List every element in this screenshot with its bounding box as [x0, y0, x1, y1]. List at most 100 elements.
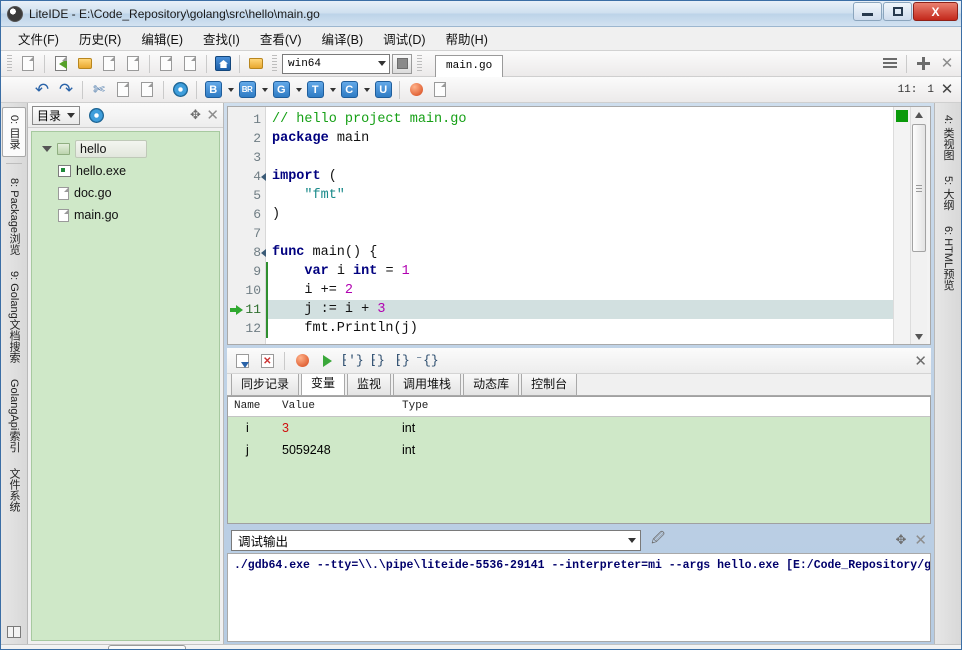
test-badge-button[interactable]: T — [304, 79, 326, 100]
chevron-down-icon[interactable] — [296, 87, 302, 92]
build-config-button[interactable] — [392, 53, 412, 74]
chevron-down-icon[interactable] — [228, 87, 234, 92]
open-file-button[interactable] — [50, 53, 72, 74]
code-line[interactable]: "fmt" — [266, 186, 893, 205]
build-badge-button[interactable]: B — [202, 79, 224, 100]
redo-button[interactable]: ↷ — [55, 79, 77, 100]
code-line[interactable]: package main — [266, 129, 893, 148]
new-item-button[interactable] — [155, 53, 177, 74]
undo-button[interactable]: ↶ — [31, 79, 53, 100]
editor-settings-button[interactable] — [169, 79, 191, 100]
sidebar-tab-golang-api-index[interactable]: GolangApi索引 — [2, 371, 26, 460]
directory-selector[interactable]: 目录 — [32, 105, 81, 125]
move-panel-icon[interactable]: ✥ — [896, 532, 907, 548]
output-selector[interactable]: 调试输出 — [231, 529, 641, 551]
sidebar-tab-package-browser[interactable]: 8: Package浏览 — [2, 170, 26, 263]
save-file-button[interactable] — [98, 53, 120, 74]
debug-tab-libraries[interactable]: 动态库 — [463, 371, 520, 395]
debug-tab-watch[interactable]: 监视 — [347, 371, 392, 395]
file-tab-main-go[interactable]: main.go — [435, 54, 504, 77]
code-line[interactable]: fmt.Println(j) — [266, 319, 893, 338]
chevron-down-icon[interactable] — [364, 87, 370, 92]
build-output-button[interactable] — [429, 79, 451, 100]
close-debug-panel-button[interactable]: ✕ — [914, 352, 927, 370]
move-panel-icon[interactable]: ✥ — [188, 108, 202, 122]
code-line[interactable]: i += 2 — [266, 281, 893, 300]
open-folder-button[interactable] — [74, 53, 96, 74]
code-line[interactable]: var i int = 1 — [266, 262, 893, 281]
run-to-line-button[interactable]: ⁻{} — [415, 350, 438, 371]
table-row[interactable]: j 5059248 int — [228, 439, 930, 461]
tree-item-hello-exe[interactable]: hello.exe — [54, 160, 215, 182]
menu-build[interactable]: 编译(B) — [312, 26, 372, 51]
sidebar-tab-class-view[interactable]: 4: 类视图 — [936, 107, 960, 168]
clear-output-button[interactable]: 🖉 — [647, 530, 669, 551]
tab-list-button[interactable] — [879, 53, 901, 74]
close-panel-icon[interactable]: ✕ — [206, 108, 219, 123]
code-line[interactable] — [266, 224, 893, 243]
chevron-down-icon[interactable] — [262, 87, 268, 92]
minimize-button[interactable] — [853, 2, 882, 21]
sidebar-tab-outline[interactable]: 5: 大纲 — [936, 168, 960, 218]
insert-breakpoint-button[interactable] — [231, 350, 253, 371]
toolbar-grip[interactable] — [7, 54, 12, 73]
menu-find[interactable]: 查找(I) — [194, 26, 249, 51]
debug-tab-console[interactable]: 控制台 — [521, 371, 578, 395]
tree-item-main-go[interactable]: main.go — [54, 204, 215, 226]
scroll-down-button[interactable] — [912, 329, 927, 344]
toggle-panels-icon[interactable] — [7, 626, 21, 638]
sidebar-tab-golang-doc-search[interactable]: 9: Golang文档搜索 — [2, 263, 26, 371]
step-into-button[interactable]: ⁅} — [366, 350, 388, 371]
cut-button[interactable]: ✄ — [88, 79, 110, 100]
table-row[interactable]: i 3 int — [228, 417, 930, 439]
home-button[interactable] — [212, 53, 234, 74]
go-folder-button[interactable] — [245, 53, 267, 74]
menu-history[interactable]: 历史(R) — [70, 26, 130, 51]
close-panel-icon[interactable]: ✕ — [914, 533, 927, 548]
continue-debug-button[interactable] — [316, 350, 338, 371]
code-line[interactable]: // hello project main.go — [266, 110, 893, 129]
debug-tab-sync-log[interactable]: 同步记录 — [231, 371, 300, 395]
menu-debug[interactable]: 调试(D) — [374, 26, 434, 51]
code-line[interactable] — [266, 148, 893, 167]
status-tab-build-output[interactable]: 2: 编译输出 — [27, 646, 102, 650]
step-out-button[interactable]: ⁅} — [391, 350, 413, 371]
status-tab-search-results[interactable]: 3: 搜索结果 — [880, 646, 955, 650]
tree-item-hello[interactable]: hello — [36, 138, 215, 160]
debug-tab-call-stack[interactable]: 调用堆栈 — [393, 371, 462, 395]
paste-button[interactable] — [136, 79, 158, 100]
menu-edit[interactable]: 编辑(E) — [132, 26, 192, 51]
toolbar-grip[interactable] — [417, 54, 422, 73]
status-tab-debug-output[interactable]: 7: 调试输出 — [108, 644, 186, 649]
stop-build-button[interactable] — [405, 79, 427, 100]
save-all-button[interactable] — [122, 53, 144, 74]
editor-vertical-scrollbar[interactable] — [910, 107, 927, 344]
stop-debug-button[interactable] — [291, 350, 313, 371]
menu-help[interactable]: 帮助(H) — [437, 26, 497, 51]
menu-file[interactable]: 文件(F) — [9, 26, 68, 51]
menu-view[interactable]: 查看(V) — [251, 26, 311, 51]
buildrun-badge-button[interactable]: BR — [236, 79, 258, 100]
toolbar-grip[interactable] — [272, 54, 277, 73]
scrollbar-thumb[interactable] — [912, 124, 926, 252]
clean-badge-button[interactable]: C — [338, 79, 360, 100]
step-over-button[interactable]: ⁅'} — [340, 350, 363, 371]
code-text-area[interactable]: // hello project main.go package main impo… — [266, 107, 893, 344]
scroll-up-button[interactable] — [912, 107, 927, 122]
code-line[interactable]: import ( — [266, 167, 893, 186]
sidebar-tab-html-preview[interactable]: 6: HTML预览 — [936, 218, 960, 298]
new-file-button[interactable] — [17, 53, 39, 74]
code-line[interactable]: ) — [266, 205, 893, 224]
close-file-button[interactable] — [179, 53, 201, 74]
maximize-button[interactable] — [883, 2, 912, 21]
code-line[interactable]: func main() { — [266, 243, 893, 262]
update-badge-button[interactable]: U — [372, 79, 394, 100]
split-view-button[interactable] — [912, 53, 934, 74]
dock-settings-button[interactable] — [85, 105, 107, 126]
remove-breakpoint-button[interactable]: ✕ — [256, 350, 278, 371]
expand-arrow-icon[interactable] — [42, 146, 52, 152]
goget-badge-button[interactable]: G — [270, 79, 292, 100]
build-target-combo[interactable]: win64 — [282, 53, 390, 74]
sidebar-tab-directory[interactable]: 0: 目录 — [2, 107, 26, 158]
copy-button[interactable] — [112, 79, 134, 100]
